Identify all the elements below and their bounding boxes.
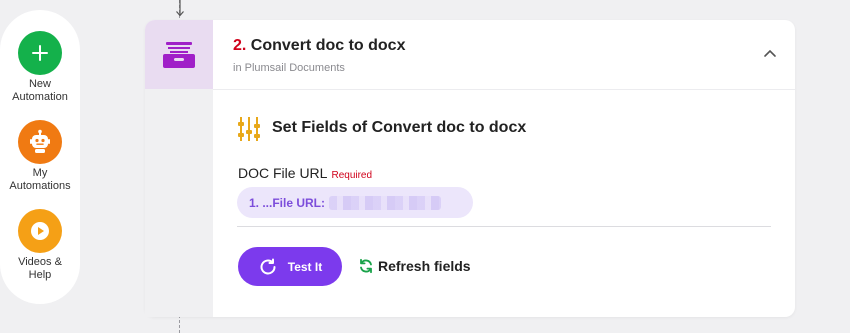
card-left-gutter: [145, 89, 213, 317]
sidebar-item-label: Videos & Help: [18, 256, 62, 281]
step-number: 2.: [233, 37, 247, 54]
refresh-icon: [260, 258, 276, 274]
sidebar-item-videos-help[interactable]: Videos & Help: [0, 209, 80, 282]
archive-box-icon: [163, 41, 195, 68]
sync-icon: [360, 258, 372, 274]
sidebar-item-new-automation[interactable]: New Automation: [0, 31, 80, 104]
step-app-subtitle: in Plumsail Documents: [233, 62, 345, 74]
header-divider: [213, 89, 795, 90]
test-it-button[interactable]: Test It: [238, 247, 342, 286]
refresh-fields-button[interactable]: Refresh fields: [358, 258, 471, 274]
test-it-label: Test It: [287, 259, 323, 274]
sidebar-item-label: My Automations: [9, 167, 71, 192]
plus-icon: [18, 31, 62, 75]
refresh-fields-label: Refresh fields: [378, 258, 471, 274]
field-label-text: DOC File URL: [238, 165, 328, 181]
doc-file-url-input[interactable]: 1. ...File URL:: [237, 187, 473, 218]
step-icon-box: [145, 20, 213, 89]
step-card: 2. Convert doc to docx in Plumsail Docum…: [145, 20, 795, 317]
redacted-value: [329, 195, 442, 210]
step-title[interactable]: 2. Convert doc to docx: [233, 37, 405, 55]
sidebar-item-label: New Automation: [12, 78, 68, 103]
sidebar: New Automation My Automations Videos & H…: [0, 10, 80, 304]
required-badge: Required: [331, 170, 373, 181]
step-title-text: Convert doc to docx: [250, 37, 406, 54]
section-title: Set Fields of Convert doc to docx: [272, 119, 527, 136]
sidebar-item-my-automations[interactable]: My Automations: [0, 120, 80, 193]
mapped-field-token: 1. ...File URL:: [249, 195, 326, 210]
field-label: DOC File URL Required: [238, 165, 372, 181]
sliders-icon: [238, 117, 260, 141]
play-icon: [18, 209, 62, 253]
robot-icon: [18, 120, 62, 164]
arrow-down-icon: [176, 0, 184, 17]
chevron-up-icon[interactable]: [763, 48, 777, 58]
body-divider: [237, 226, 771, 227]
